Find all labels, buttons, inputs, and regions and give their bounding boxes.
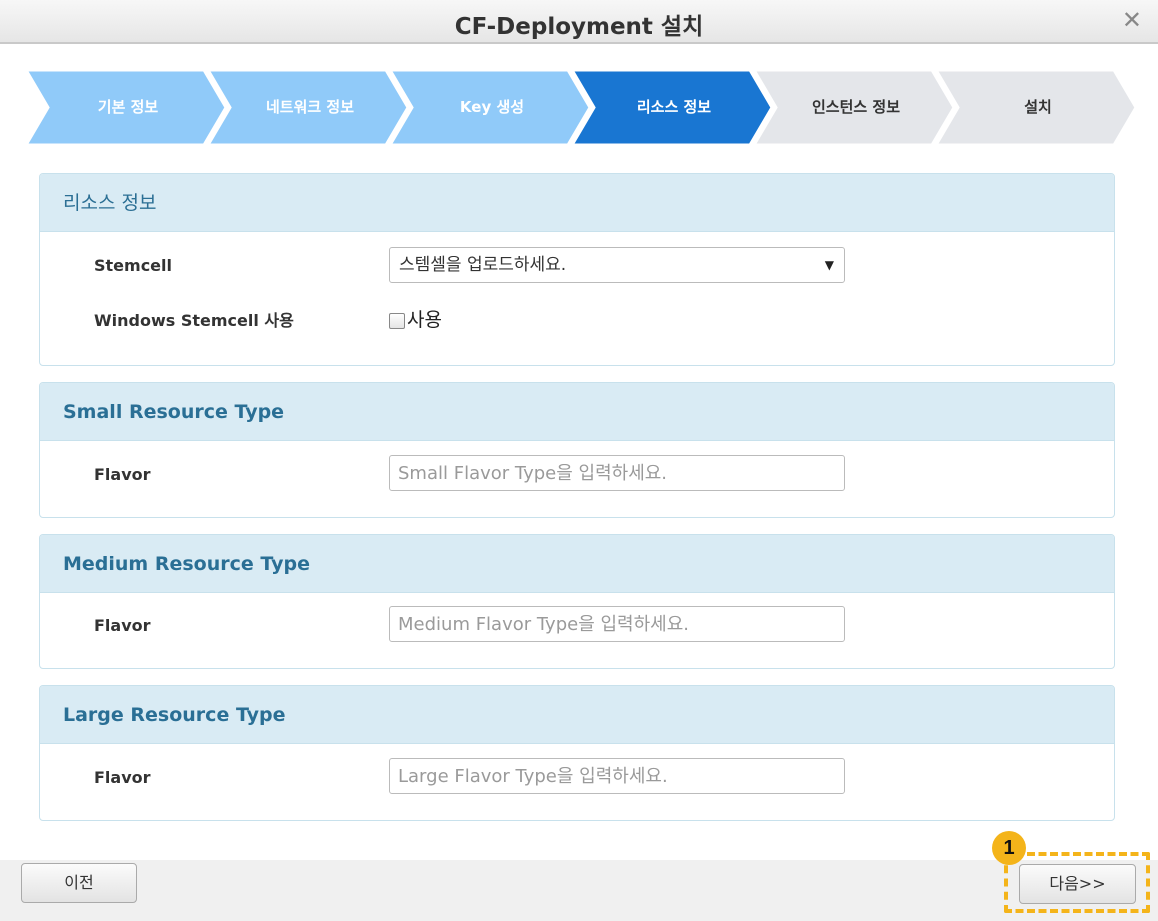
annotation-marker: 1 bbox=[992, 831, 1026, 865]
small-flavor-input[interactable] bbox=[389, 455, 845, 491]
large-flavor-label: Flavor bbox=[94, 768, 151, 787]
wizard-step-label: 설치 bbox=[1024, 98, 1052, 116]
windows-stemcell-checkbox-label[interactable]: 사용 bbox=[407, 305, 442, 332]
panel-title: Medium Resource Type bbox=[40, 535, 1114, 593]
prev-button[interactable]: 이전 bbox=[21, 863, 137, 903]
dialog-footer: 이전 다음>> bbox=[0, 860, 1158, 921]
large-resource-panel: Large Resource Type Flavor bbox=[39, 685, 1115, 821]
windows-stemcell-label: Windows Stemcell 사용 bbox=[94, 311, 294, 330]
annotation-highlight-box bbox=[1004, 852, 1150, 913]
panel-title: Large Resource Type bbox=[40, 686, 1114, 744]
stemcell-selected-value: 스템셀을 업로드하세요. bbox=[399, 255, 567, 275]
wizard-steps: 기본 정보 네트워크 정보 Key 생성 리소스 정보 인스턴스 정보 설치 bbox=[26, 70, 1138, 145]
stemcell-select[interactable]: 스템셀을 업로드하세요. ▼ bbox=[389, 247, 845, 283]
wizard-step-label: 리소스 정보 bbox=[636, 98, 712, 116]
dialog-title: CF-Deployment 설치 bbox=[454, 14, 704, 40]
wizard-step-label: 네트워크 정보 bbox=[265, 98, 355, 116]
panel-title: Small Resource Type bbox=[40, 383, 1114, 441]
wizard-step-label: 인스턴스 정보 bbox=[811, 98, 901, 116]
wizard-step-label: 기본 정보 bbox=[97, 98, 159, 116]
stemcell-label: Stemcell bbox=[94, 256, 172, 275]
dropdown-arrow-icon: ▼ bbox=[824, 258, 834, 272]
dialog-titlebar: CF-Deployment 설치 ✕ bbox=[0, 0, 1158, 44]
close-icon[interactable]: ✕ bbox=[1122, 6, 1142, 34]
small-resource-panel: Small Resource Type Flavor bbox=[39, 382, 1115, 518]
large-flavor-input[interactable] bbox=[389, 758, 845, 794]
resource-info-panel: 리소스 정보 Stemcell 스템셀을 업로드하세요. ▼ Windows S… bbox=[39, 173, 1115, 366]
medium-flavor-label: Flavor bbox=[94, 616, 151, 635]
wizard-step-label: Key 생성 bbox=[459, 98, 525, 116]
windows-stemcell-checkbox[interactable] bbox=[389, 313, 405, 329]
medium-resource-panel: Medium Resource Type Flavor bbox=[39, 534, 1115, 669]
small-flavor-label: Flavor bbox=[94, 465, 151, 484]
medium-flavor-input[interactable] bbox=[389, 606, 845, 642]
panel-title: 리소스 정보 bbox=[40, 174, 1114, 232]
